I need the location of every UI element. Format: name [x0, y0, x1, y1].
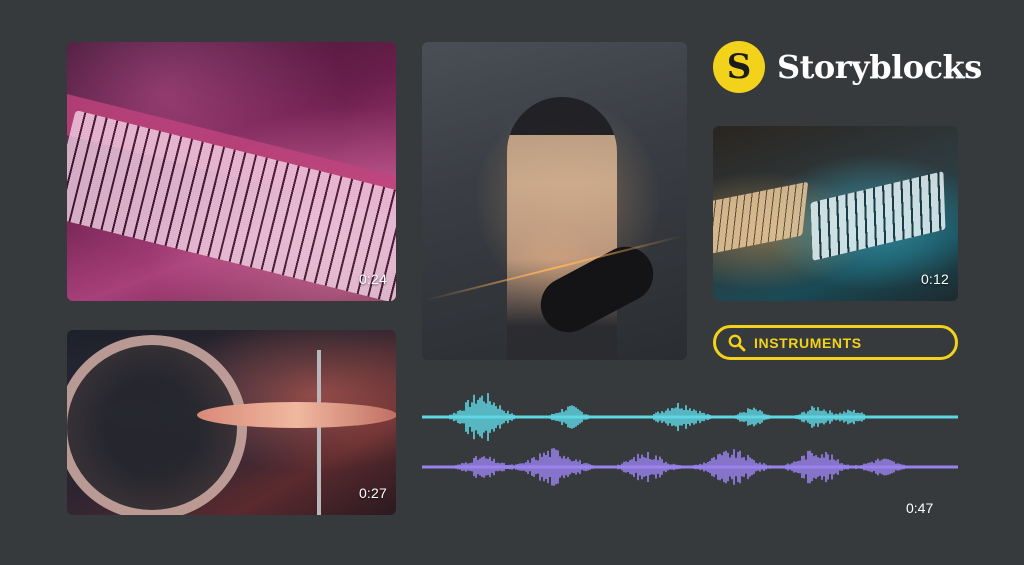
cymbal-stand-shape — [317, 350, 321, 515]
clip-thumbnail-drums[interactable]: 0:27 — [67, 330, 396, 515]
cymbal-shape — [197, 402, 396, 428]
clip-thumbnail-keyboard[interactable]: 0:24 — [67, 42, 396, 301]
audio-waveforms[interactable] — [422, 372, 958, 512]
storyblocks-logo-icon: S — [713, 41, 765, 93]
clip-duration: 0:24 — [358, 271, 387, 287]
search-query-text: INSTRUMENTS — [754, 334, 862, 351]
synth-keys-shape — [810, 171, 946, 261]
waveform-track-2 — [422, 448, 958, 486]
search-query-pill[interactable]: INSTRUMENTS — [713, 325, 958, 360]
drum-shape — [67, 335, 247, 515]
clip-thumbnail-synth[interactable]: 0:12 — [713, 126, 958, 301]
computer-keyboard-shape — [713, 181, 809, 256]
brand-logo-lockup[interactable]: S Storyblocks — [713, 41, 982, 93]
clip-duration: 0:27 — [358, 485, 387, 501]
clip-duration: 0:12 — [920, 271, 949, 287]
search-icon — [728, 334, 746, 351]
waveform-track-1 — [422, 393, 958, 441]
brand-name: Storyblocks — [777, 48, 982, 86]
audio-duration: 0:47 — [906, 500, 934, 516]
clip-thumbnail-guitarist[interactable] — [422, 42, 687, 360]
